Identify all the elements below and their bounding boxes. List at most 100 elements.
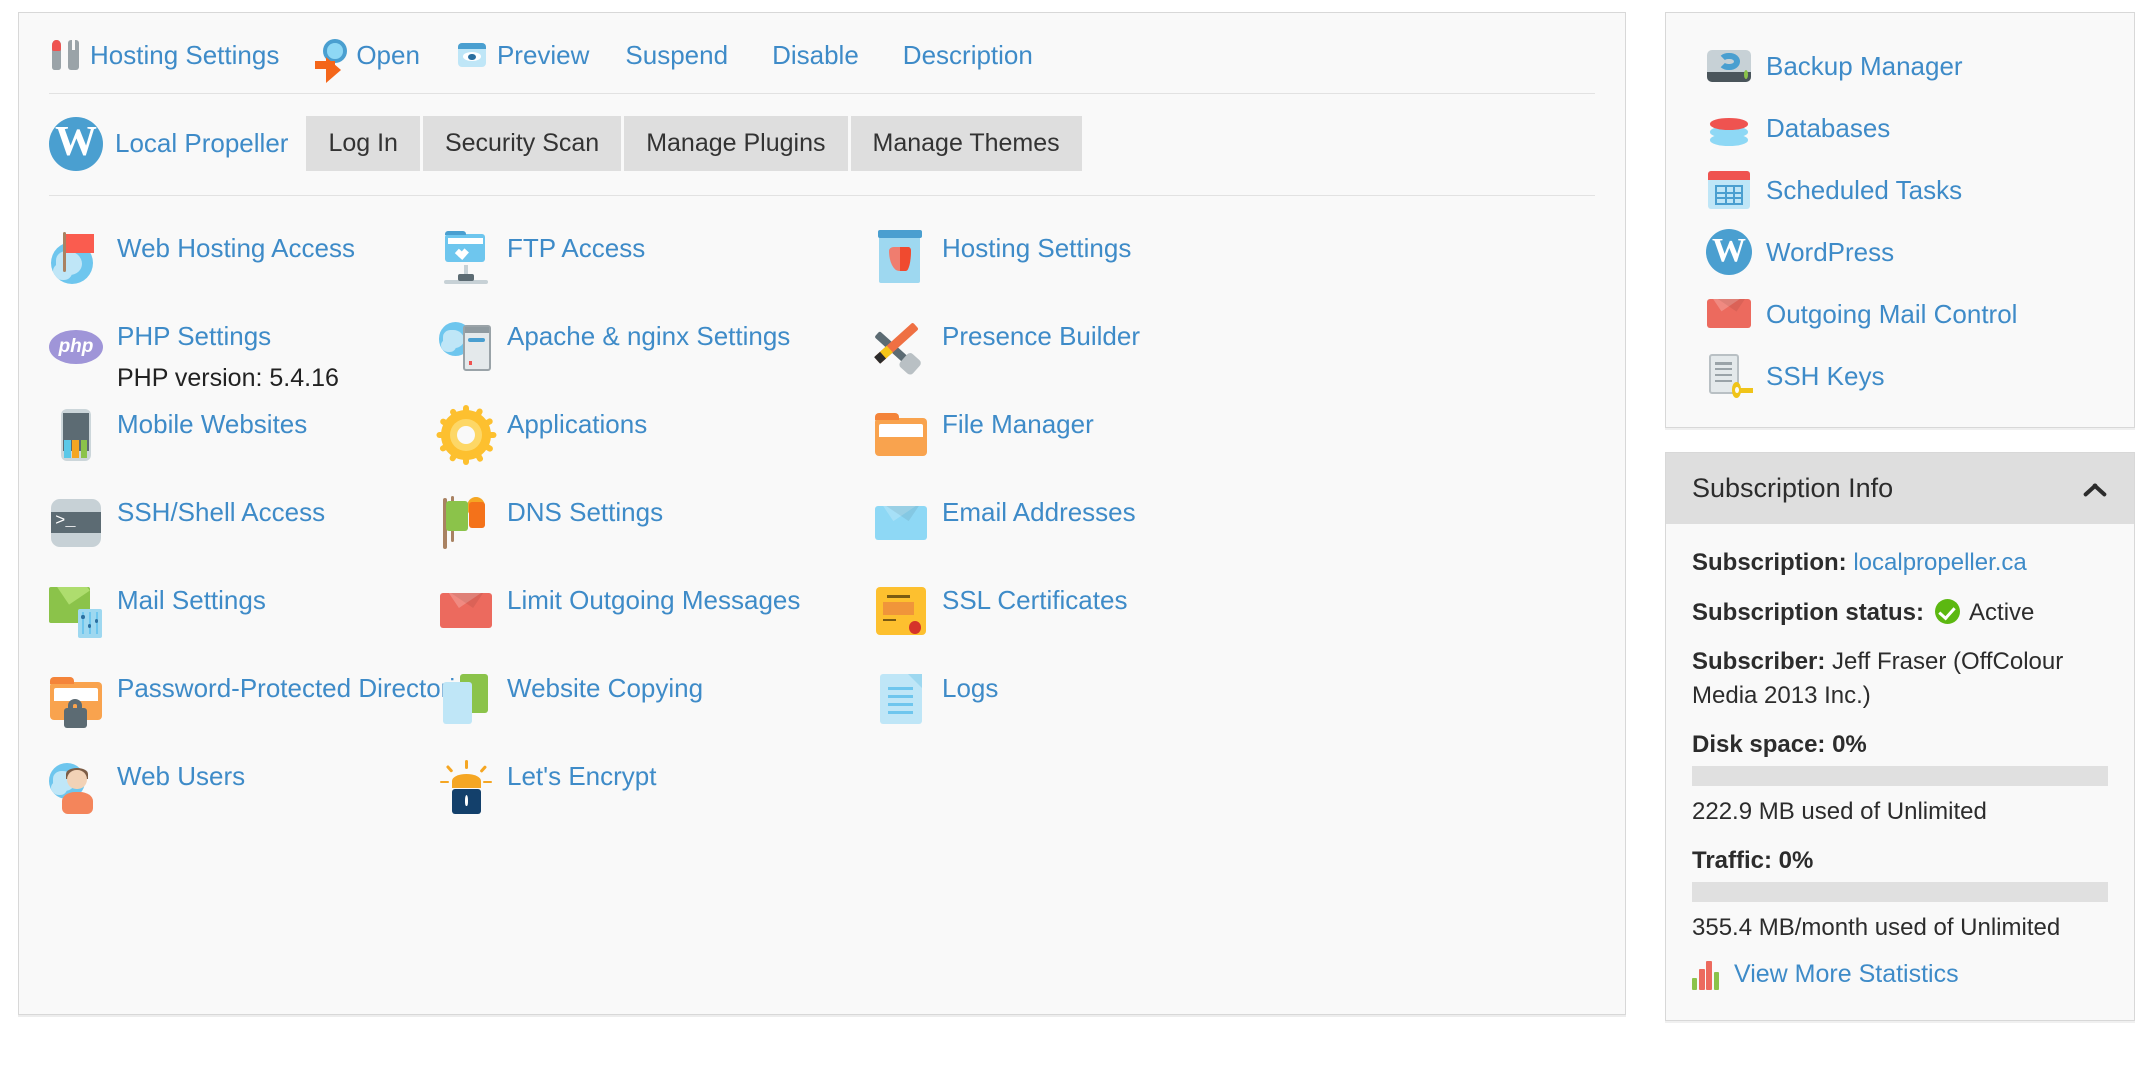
toolbar-item-hosting-settings[interactable]: Hosting Settings bbox=[49, 39, 279, 71]
disk-space-usage-text: 222.9 MB used of Unlimited bbox=[1692, 797, 1987, 825]
folder-icon bbox=[874, 408, 928, 462]
ssh-key-icon bbox=[1706, 353, 1753, 399]
subscription-label: Subscription: bbox=[1692, 549, 1847, 576]
status-label: Subscription status: bbox=[1692, 598, 1925, 626]
toolbar-item-disable[interactable]: Disable bbox=[772, 42, 859, 68]
copy-pages-icon bbox=[439, 672, 493, 726]
tool-label: SSH/Shell Access bbox=[117, 497, 326, 527]
tool-mail-settings[interactable]: Mail Settings bbox=[49, 582, 439, 670]
tool-label: Password-Protected Directories bbox=[117, 673, 483, 703]
sidebar-item-label: WordPress bbox=[1766, 236, 1895, 267]
tool-ssh-shell-access[interactable]: >_ SSH/Shell Access bbox=[49, 494, 439, 582]
plesk-subscription-page: Hosting Settings Open Preview Suspend Di… bbox=[0, 0, 2154, 1086]
sidebar-item-scheduled-tasks[interactable]: Scheduled Tasks bbox=[1666, 159, 2134, 221]
subscription-info-header[interactable]: Subscription Info bbox=[1666, 453, 2134, 524]
tool-email-addresses[interactable]: Email Addresses bbox=[874, 494, 1595, 582]
view-more-statistics-label: View More Statistics bbox=[1734, 960, 1959, 989]
log-in-button[interactable]: Log In bbox=[306, 116, 420, 171]
php-version-text: PHP version: 5.4.16 bbox=[117, 363, 339, 392]
tool-web-hosting-access[interactable]: Web Hosting Access bbox=[49, 230, 439, 318]
wordpress-site-name[interactable]: Local Propeller bbox=[115, 128, 288, 159]
mail-settings-icon bbox=[49, 584, 103, 638]
tool-file-manager[interactable]: File Manager bbox=[874, 406, 1595, 494]
tool-ftp-access[interactable]: FTP Access bbox=[439, 230, 874, 318]
tool-apache-nginx-settings[interactable]: Apache & nginx Settings bbox=[439, 318, 874, 406]
sidebar-item-label: SSH Keys bbox=[1766, 360, 1885, 391]
tool-label: Hosting Settings bbox=[942, 233, 1132, 263]
tool-logs[interactable]: Logs bbox=[874, 670, 1595, 758]
toolbar-item-description[interactable]: Description bbox=[903, 42, 1033, 68]
right-sidebar: Backup Manager Databases Scheduled Tasks… bbox=[1665, 12, 2135, 1021]
database-icon bbox=[1706, 105, 1752, 151]
tool-applications[interactable]: Applications bbox=[435, 404, 874, 494]
toolbar-item-preview[interactable]: Preview bbox=[456, 39, 589, 71]
sidebar-item-ssh-keys[interactable]: SSH Keys bbox=[1666, 345, 2134, 407]
view-more-statistics-link[interactable]: View More Statistics bbox=[1692, 960, 2108, 990]
wordpress-icon: W bbox=[49, 116, 103, 171]
tool-password-protected-directories[interactable]: Password-Protected Directories bbox=[49, 670, 483, 758]
toolbar-label: Open bbox=[356, 40, 420, 70]
tool-label: File Manager bbox=[942, 409, 1094, 439]
tool-lets-encrypt[interactable]: Let's Encrypt bbox=[439, 758, 874, 846]
sidebar-item-label: Scheduled Tasks bbox=[1766, 174, 1963, 205]
manage-themes-button[interactable]: Manage Themes bbox=[850, 116, 1082, 171]
subscriber-row: Subscriber: Jeff Fraser (OffColour Media… bbox=[1692, 645, 2108, 712]
gear-icon bbox=[435, 404, 497, 466]
tool-php-settings[interactable]: php PHP Settings PHP version: 5.4.16 bbox=[49, 318, 439, 406]
tool-grid-empty-cell bbox=[874, 758, 1595, 846]
tool-limit-outgoing-messages[interactable]: Limit Outgoing Messages bbox=[439, 582, 874, 670]
disk-space-progress-bar bbox=[1692, 765, 2108, 786]
tool-label: Let's Encrypt bbox=[507, 761, 657, 791]
sidebar-item-backup-manager[interactable]: Backup Manager bbox=[1666, 35, 2134, 97]
toolbar-item-suspend[interactable]: Suspend bbox=[625, 42, 728, 68]
manage-plugins-button[interactable]: Manage Plugins bbox=[624, 116, 848, 171]
mobile-phone-icon bbox=[49, 408, 103, 462]
tool-web-users[interactable]: Web Users bbox=[49, 758, 439, 846]
toolbar-item-open[interactable]: Open bbox=[315, 39, 420, 84]
wordpress-icon: W bbox=[1706, 229, 1752, 275]
tool-label: Website Copying bbox=[507, 673, 704, 703]
tool-label: Applications bbox=[507, 409, 648, 439]
hammer-pencil-icon bbox=[874, 320, 928, 376]
tool-presence-builder[interactable]: Presence Builder bbox=[874, 318, 1595, 406]
sidebar-item-wordpress[interactable]: W WordPress bbox=[1666, 221, 2134, 283]
sidebar-item-outgoing-mail-control[interactable]: Outgoing Mail Control bbox=[1666, 283, 2134, 345]
tool-mobile-websites[interactable]: Mobile Websites bbox=[49, 406, 439, 494]
wordpress-site-row: W Local Propeller Log In Security Scan M… bbox=[19, 94, 1625, 195]
subscription-info-body: Subscription: localpropeller.ca Subscrip… bbox=[1666, 524, 2134, 1020]
disk-space-label: Disk space: 0% bbox=[1692, 731, 1867, 759]
traffic-usage-text: 355.4 MB/month used of Unlimited bbox=[1692, 913, 2061, 941]
certificate-icon bbox=[874, 584, 928, 638]
traffic-label: Traffic: 0% bbox=[1692, 846, 1814, 874]
open-globe-arrow-icon bbox=[315, 39, 348, 84]
subscriber-label: Subscriber: bbox=[1692, 648, 1826, 676]
tool-label: DNS Settings bbox=[507, 497, 664, 527]
check-circle-icon bbox=[1934, 598, 1960, 624]
subscription-info-panel: Subscription Info Subscription: localpro… bbox=[1665, 452, 2135, 1021]
calendar-icon bbox=[1706, 167, 1752, 213]
php-icon: php bbox=[49, 320, 103, 374]
security-scan-button[interactable]: Security Scan bbox=[422, 116, 622, 171]
tool-label: Apache & nginx Settings bbox=[507, 321, 791, 351]
user-globe-icon bbox=[49, 760, 103, 814]
envelope-red-icon bbox=[439, 584, 493, 638]
terminal-icon: >_ bbox=[49, 496, 103, 550]
traffic-progress-bar bbox=[1692, 881, 2108, 902]
chevron-up-icon[interactable] bbox=[2082, 481, 2108, 497]
actions-toolbar: Hosting Settings Open Preview Suspend Di… bbox=[19, 13, 1625, 93]
envelope-red-icon bbox=[1706, 291, 1752, 337]
flags-icon bbox=[439, 496, 493, 550]
tool-dns-settings[interactable]: DNS Settings bbox=[439, 494, 874, 582]
subscription-info-title: Subscription Info bbox=[1692, 473, 1894, 503]
tool-hosting-settings[interactable]: Hosting Settings bbox=[874, 230, 1595, 318]
tool-label: Mobile Websites bbox=[117, 409, 308, 439]
toolbar-label: Disable bbox=[772, 40, 859, 70]
tool-website-copying[interactable]: Website Copying bbox=[439, 670, 874, 758]
subscription-domain-link[interactable]: localpropeller.ca bbox=[1853, 549, 2026, 576]
tool-label: Web Hosting Access bbox=[117, 233, 355, 263]
tool-ssl-certificates[interactable]: SSL Certificates bbox=[874, 582, 1595, 670]
sidebar-item-label: Outgoing Mail Control bbox=[1766, 298, 2018, 329]
toolbar-label: Preview bbox=[496, 40, 590, 70]
sidebar-item-databases[interactable]: Databases bbox=[1666, 97, 2134, 159]
backup-hdd-icon bbox=[1706, 43, 1752, 89]
